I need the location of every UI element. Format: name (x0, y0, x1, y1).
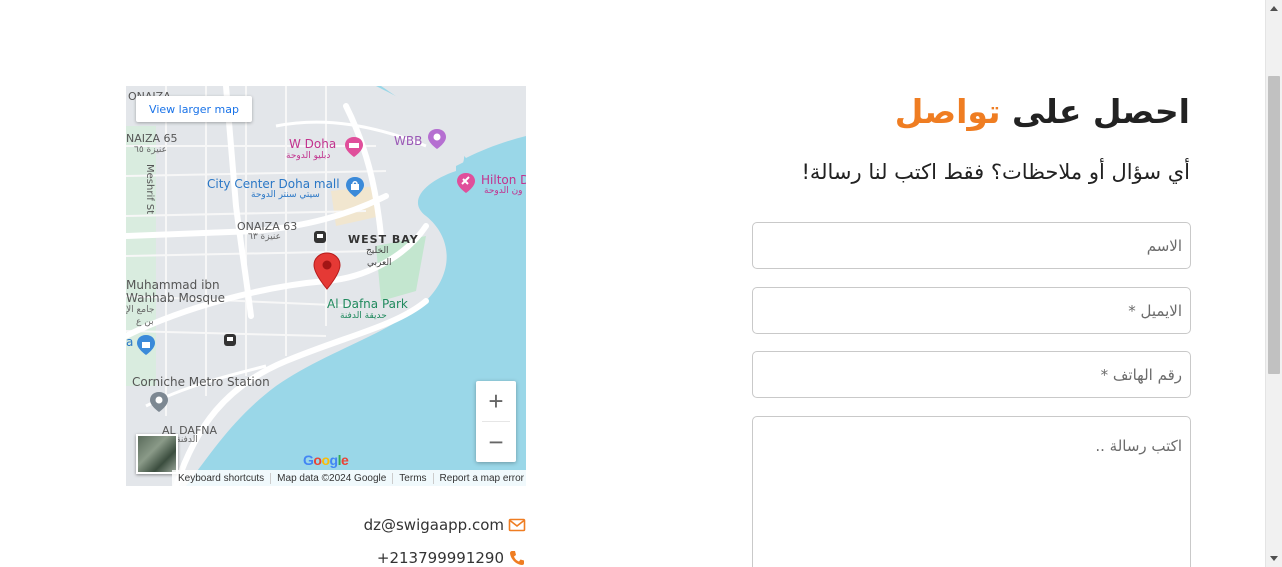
embedded-map[interactable]: ONAIZA NAIZA 65 عنيزة ٦٥ Meshrif St W Do… (126, 86, 526, 486)
view-larger-map-link[interactable]: View larger map (136, 96, 252, 122)
map-label: a (126, 335, 134, 349)
map-label: Al Dafna Park (327, 297, 408, 311)
page-subtitle: أي سؤال أو ملاحظات؟ فقط اكتب لنا رسالة! (801, 160, 1190, 184)
hotel-icon[interactable] (455, 172, 477, 194)
google-logo: Google (303, 452, 349, 468)
scroll-up-arrow[interactable] (1270, 6, 1278, 11)
name-field[interactable] (752, 222, 1191, 269)
shopping-bag-icon[interactable] (344, 176, 366, 198)
hotel-icon[interactable] (343, 136, 365, 158)
terms-link[interactable]: Terms (393, 472, 434, 484)
page-scrollbar[interactable] (1265, 0, 1282, 567)
map-label: W Doha (289, 137, 337, 151)
map-label: عنيزة ٦٥ (134, 145, 168, 155)
map-label: Muhammad ibn (126, 278, 220, 292)
envelope-icon (508, 518, 526, 532)
map-label: جامع الإ (126, 305, 155, 315)
map-label: سيتي سنتر الدوحة (251, 190, 320, 200)
layers-icon[interactable] (136, 434, 178, 474)
transit-icon[interactable] (223, 333, 237, 347)
map-label: دبليو الدوحة (286, 151, 331, 161)
email-field[interactable] (752, 287, 1191, 334)
page-title: احصل على تواصل (895, 92, 1190, 131)
metro-station-icon[interactable] (148, 391, 170, 413)
phone-field[interactable] (752, 351, 1191, 398)
map-label: ون الدوحة (484, 186, 523, 196)
map-label: WBB (394, 134, 423, 148)
message-field[interactable] (752, 416, 1191, 567)
map-label: Corniche Metro Station (132, 375, 270, 389)
map-label: عنيزة ٦٣ (248, 232, 282, 242)
scrollbar-thumb[interactable] (1268, 76, 1280, 374)
map-label: Wahhab Mosque (126, 291, 225, 305)
map-data-text: Map data ©2024 Google (271, 472, 394, 484)
map-label: WEST BAY (348, 233, 419, 246)
map-attribution-bar: Keyboard shortcuts Map data ©2024 Google… (172, 470, 526, 486)
map-label: الدفنة (176, 435, 198, 445)
contact-email[interactable]: dz@swigaapp.com (364, 516, 526, 534)
keyboard-shortcuts-link[interactable]: Keyboard shortcuts (172, 472, 272, 484)
email-text[interactable]: dz@swigaapp.com (364, 516, 504, 534)
title-accent: تواصل (894, 92, 1001, 131)
map-label: العربي (367, 258, 392, 268)
contact-phone[interactable]: +213799991290 (377, 549, 526, 567)
map-label: بن ع (136, 317, 154, 327)
zoom-in-button[interactable]: + (476, 381, 516, 421)
map-label: حديقة الدفنة (340, 311, 387, 321)
report-map-error-link[interactable]: Report a map error (434, 473, 526, 484)
map-label: Meshrif St (144, 164, 155, 215)
map-label: الخليج (366, 246, 389, 256)
map-label: Hilton D (481, 173, 526, 187)
shopping-bag-icon[interactable] (135, 334, 157, 356)
zoom-out-button[interactable]: − (476, 422, 516, 462)
map-pin-icon[interactable] (313, 252, 341, 290)
title-prefix: احصل على (1012, 92, 1190, 131)
map-label: NAIZA 65 (126, 132, 178, 145)
phone-text[interactable]: +213799991290 (377, 549, 504, 567)
map-label: ONAIZA 63 (237, 220, 298, 233)
camera-icon[interactable] (426, 128, 448, 150)
scroll-down-arrow[interactable] (1270, 556, 1278, 561)
map-label: City Center Doha mall (207, 177, 340, 191)
phone-icon (510, 551, 524, 565)
zoom-controls: + − (476, 381, 516, 462)
transit-icon[interactable] (313, 230, 327, 244)
